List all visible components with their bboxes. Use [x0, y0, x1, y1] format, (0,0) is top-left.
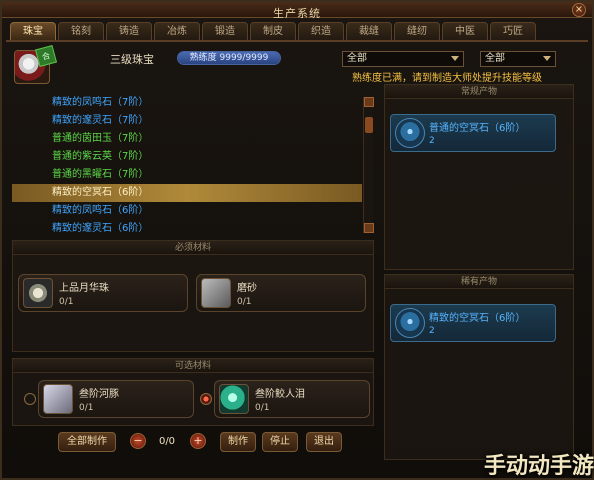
normal-products-panel: 常规产物: [384, 84, 574, 270]
quantity-value: 0/0: [158, 436, 176, 447]
material-count: 0/1: [79, 403, 94, 413]
window-title: 生产系统: [273, 7, 321, 20]
product-card[interactable]: 精致的空冥石（6阶） 2: [390, 304, 556, 342]
tab-inscription[interactable]: 铭刻: [58, 22, 104, 40]
make-button[interactable]: 制作: [220, 432, 256, 452]
rare-products-header: 稀有产物: [385, 275, 573, 289]
production-window: 生产系统 × 珠宝 铭刻 铸造 冶炼 锻造 制皮 织造 裁缝 缝纫 中医 巧匠 …: [0, 0, 594, 480]
skill-tag-icon: 合: [34, 44, 58, 68]
proficiency-bar: 熟练度 9999/9999: [177, 51, 281, 65]
exit-button[interactable]: 退出: [306, 432, 342, 452]
product-name: 精致的空冥石（6阶）: [429, 313, 526, 324]
material-card[interactable]: 叁阶河豚 0/1: [38, 380, 194, 418]
fish-icon: [43, 384, 73, 414]
optional-materials-header: 可选材料: [13, 359, 373, 373]
tab-craftsman[interactable]: 巧匠: [490, 22, 536, 40]
material-count: 0/1: [255, 403, 270, 413]
tab-tailoring[interactable]: 裁缝: [346, 22, 392, 40]
stop-button[interactable]: 停止: [262, 432, 298, 452]
tab-casting[interactable]: 铸造: [106, 22, 152, 40]
notice-text: 熟练度已满，请到制造大师处提升技能等级: [352, 73, 542, 84]
product-card[interactable]: 普通的空冥石（6阶） 2: [390, 114, 556, 152]
recipe-item[interactable]: 普通的紫云英（7阶）: [12, 148, 362, 166]
material-name: 叁阶河豚: [79, 389, 119, 400]
filter-dropdown-left[interactable]: 全部: [342, 51, 464, 67]
filter-right-value: 全部: [485, 53, 505, 64]
material-count: 0/1: [59, 297, 74, 307]
filter-dropdown-right[interactable]: 全部: [480, 51, 556, 67]
stone-icon: [395, 118, 425, 148]
recipe-item[interactable]: 普通的茵田玉（7阶）: [12, 130, 362, 148]
material-card[interactable]: 叁阶鲛人泪 0/1: [214, 380, 370, 418]
material-name: 叁阶鲛人泪: [255, 389, 305, 400]
recipe-item[interactable]: 精致的邃灵石（7阶）: [12, 112, 362, 130]
recipe-scrollbar[interactable]: [363, 97, 374, 233]
close-button[interactable]: ×: [572, 3, 586, 17]
rare-products-panel: 稀有产物: [384, 274, 574, 460]
watermark: 手动动手游: [483, 454, 594, 479]
filter-left-value: 全部: [347, 53, 367, 64]
normal-products-header: 常规产物: [385, 85, 573, 99]
recipe-item[interactable]: 普通的黑曜石（7阶）: [12, 166, 362, 184]
skill-name: 三级珠宝: [110, 53, 154, 66]
stone-icon: [395, 308, 425, 338]
chevron-down-icon: [543, 56, 551, 61]
material-card[interactable]: 磨砂 0/1: [196, 274, 366, 312]
scroll-up-button[interactable]: [364, 97, 374, 107]
material-name: 磨砂: [237, 283, 257, 294]
scroll-thumb[interactable]: [365, 117, 373, 133]
recipe-item-selected[interactable]: 精致的空冥石（6阶）: [12, 184, 362, 202]
material-count: 0/1: [237, 297, 252, 307]
product-count: 2: [429, 326, 435, 336]
product-name: 普通的空冥石（6阶）: [429, 123, 526, 134]
tab-medicine[interactable]: 中医: [442, 22, 488, 40]
make-all-button[interactable]: 全部制作: [58, 432, 116, 452]
skill-tabs: 珠宝 铭刻 铸造 冶炼 锻造 制皮 织造 裁缝 缝纫 中医 巧匠: [10, 22, 536, 40]
jewelry-skill-icon: 合: [14, 44, 58, 84]
material-card[interactable]: 上品月华珠 0/1: [18, 274, 188, 312]
recipe-item[interactable]: 精致的凤鸣石（7阶）: [12, 94, 362, 112]
tab-divider: [6, 40, 588, 42]
tab-weaving[interactable]: 织造: [298, 22, 344, 40]
scroll-down-button[interactable]: [364, 223, 374, 233]
tab-jewelry[interactable]: 珠宝: [10, 22, 56, 40]
chevron-down-icon: [451, 56, 459, 61]
tab-sewing[interactable]: 缝纫: [394, 22, 440, 40]
tab-forging[interactable]: 锻造: [202, 22, 248, 40]
optional-material-radio[interactable]: [24, 393, 36, 405]
recipe-item[interactable]: 精致的邃灵石（6阶）: [12, 220, 362, 234]
recipe-list: 精致的凤鸣石（7阶） 精致的邃灵石（7阶） 普通的茵田玉（7阶） 普通的紫云英（…: [12, 94, 362, 234]
tear-icon: [219, 384, 249, 414]
required-materials-header: 必须材料: [13, 241, 373, 255]
sand-icon: [201, 278, 231, 308]
tab-leather[interactable]: 制皮: [250, 22, 296, 40]
proficiency-text: 熟练度 9999/9999: [189, 53, 269, 63]
tab-smelting[interactable]: 冶炼: [154, 22, 200, 40]
pearl-icon: [23, 278, 53, 308]
minus-button[interactable]: −: [130, 433, 146, 449]
recipe-item[interactable]: 精致的凤鸣石（6阶）: [12, 202, 362, 220]
title-bar: 生产系统 ×: [2, 2, 592, 20]
product-count: 2: [429, 136, 435, 146]
plus-button[interactable]: +: [190, 433, 206, 449]
optional-material-radio-selected[interactable]: [200, 393, 212, 405]
material-name: 上品月华珠: [59, 283, 109, 294]
